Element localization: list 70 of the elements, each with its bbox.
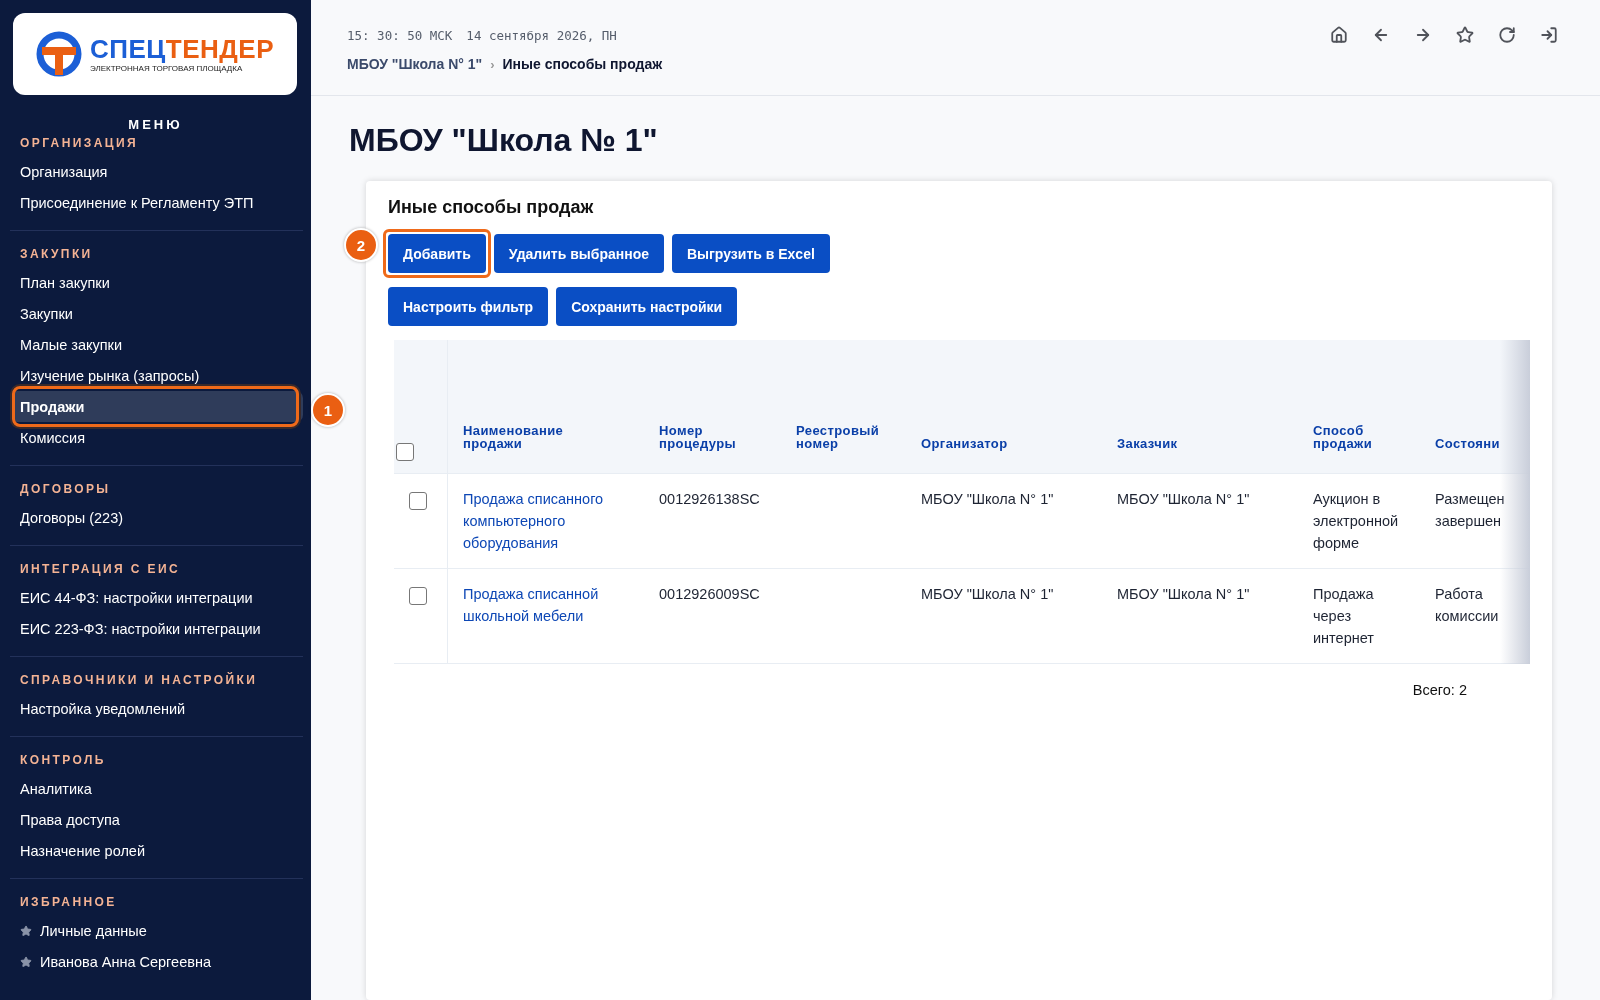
breadcrumb-link[interactable]: Иные способы продаж: [502, 56, 663, 72]
sidebar-item[interactable]: План закупки: [10, 267, 303, 298]
column-header[interactable]: Номер процедуры: [659, 423, 766, 451]
login-icon[interactable]: [1540, 26, 1558, 44]
column-header[interactable]: Организатор: [921, 437, 1008, 451]
table-cell: Продажа через интернет: [1313, 586, 1374, 646]
table-cell: МБОУ "Школа N° 1": [921, 586, 1054, 602]
table-cell: МБОУ "Школа N° 1": [1117, 586, 1250, 602]
table-cell: Работа комиссии: [1435, 586, 1499, 624]
column-header[interactable]: Состояни: [1435, 437, 1500, 451]
page-title: МБОУ "Школа № 1": [349, 122, 659, 159]
action-button[interactable]: Настроить фильтр: [388, 287, 549, 326]
home-icon[interactable]: [1330, 26, 1348, 44]
sidebar-item[interactable]: ЕИС 44-ФЗ: настройки интеграции: [10, 582, 303, 613]
table-cell: МБОУ "Школа N° 1": [921, 491, 1054, 507]
sidebar-item[interactable]: Организация: [10, 156, 303, 187]
action-button[interactable]: Удалить выбранное: [493, 234, 664, 273]
sidebar-item[interactable]: Назначение ролей: [10, 835, 303, 866]
sidebar-item[interactable]: Права доступа: [10, 804, 303, 835]
sidebar-item[interactable]: Изучение рынка (запросы): [10, 360, 303, 391]
arrow-left-icon[interactable]: [1372, 26, 1390, 44]
row-checkbox[interactable]: [409, 492, 427, 510]
column-header[interactable]: Заказчик: [1117, 437, 1178, 451]
section-heading: ЗАКУПКИ: [20, 246, 94, 263]
select-all-checkbox[interactable]: [396, 443, 414, 461]
sidebar-item[interactable]: Личные данные: [10, 915, 303, 946]
section-heading: СПРАВОЧНИКИ И НАСТРОЙКИ: [20, 671, 259, 689]
sidebar-item[interactable]: Закупки: [10, 298, 303, 329]
sidebar-item[interactable]: Малые закупки: [10, 329, 303, 360]
column-header[interactable]: Реестровый номер: [796, 423, 891, 451]
date: 14 сентября 2026, ПН: [466, 27, 617, 43]
logo-text: СПЕЦТЕНДЕР: [90, 35, 274, 62]
section-heading: ОРГАНИЗАЦИЯ: [20, 135, 139, 152]
table-cell: 0012926009SC: [659, 586, 760, 602]
table-cell: МБОУ "Школа N° 1": [1117, 491, 1250, 507]
sidebar-item[interactable]: Аналитика: [10, 773, 303, 804]
table-cell: Размещен завершен: [1435, 491, 1505, 529]
total-count: Всего: 2: [1411, 682, 1467, 698]
sidebar-item[interactable]: Присоединение к Регламенту ЭТП: [10, 187, 303, 218]
card-title: Иные способы продаж: [388, 197, 595, 218]
sidebar-item[interactable]: Комиссия: [10, 422, 303, 453]
action-button[interactable]: Добавить: [388, 234, 486, 273]
table-cell: 0012926138SC: [659, 491, 760, 507]
logo-card[interactable]: СПЕЦТЕНДЕР ЭЛЕКТРОННАЯ ТОРГОВАЯ ПЛОЩАДКА: [13, 13, 297, 95]
sidebar-item[interactable]: Иванова Анна Сергеевна: [10, 946, 303, 977]
action-button[interactable]: Выгрузить в Excel: [671, 234, 830, 273]
section-heading: КОНТРОЛЬ: [20, 752, 107, 769]
sidebar-item[interactable]: Договоры (223): [10, 502, 303, 533]
section-heading: ИЗБРАННОЕ: [20, 894, 118, 911]
sidebar-item[interactable]: ЕИС 223-ФЗ: настройки интеграции: [10, 613, 303, 644]
column-header[interactable]: Наименование продажи: [463, 423, 578, 451]
breadcrumb-separator: ›: [490, 56, 495, 72]
row-checkbox[interactable]: [409, 587, 427, 605]
logo-subtitle: ЭЛЕКТРОННАЯ ТОРГОВАЯ ПЛОЩАДКА: [90, 63, 244, 73]
section-heading: ИНТЕГРАЦИЯ С ЕИС: [20, 561, 182, 578]
sidebar-item[interactable]: Настройка уведомлений: [10, 693, 303, 724]
sale-link[interactable]: Продажа списанной школьной мебели: [463, 583, 634, 627]
action-button[interactable]: Сохранить настройки: [556, 287, 738, 326]
table-cell: Аукцион в электронной форме: [1313, 491, 1399, 551]
sale-link[interactable]: Продажа списанного компьютерного оборудования: [463, 488, 634, 554]
breadcrumb-link[interactable]: МБОУ "Школа N° 1": [347, 56, 483, 72]
step-badge: 2: [344, 228, 378, 262]
column-header[interactable]: Способ продажи: [1313, 423, 1405, 451]
clock: 15: 30: 50 МСК: [347, 27, 453, 43]
refresh-icon[interactable]: [1498, 26, 1516, 44]
star-icon[interactable]: [1456, 26, 1474, 44]
section-heading: ДОГОВОРЫ: [20, 481, 112, 498]
logo-icon: [36, 31, 82, 77]
arrow-right-icon[interactable]: [1414, 26, 1432, 44]
menu-title: МЕНЮ: [127, 117, 184, 132]
